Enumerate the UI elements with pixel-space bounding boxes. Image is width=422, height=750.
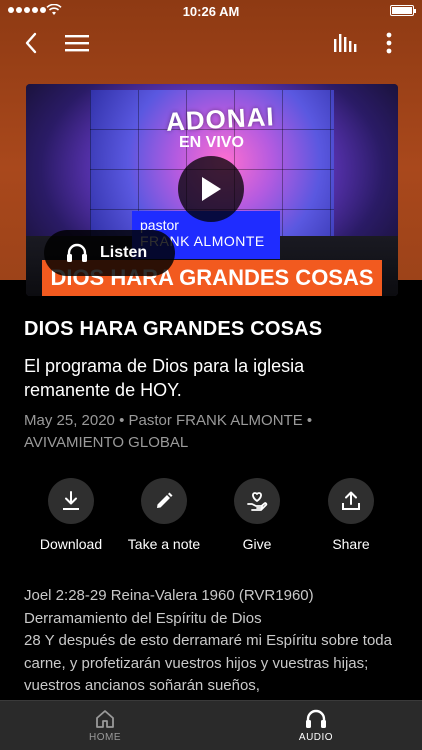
- pencil-icon: [157, 492, 173, 508]
- take-a-note-circle: [141, 478, 187, 524]
- headphones-icon: [306, 709, 326, 728]
- action-row: Download Take a note Give Share: [0, 478, 422, 558]
- give-label: Give: [242, 536, 272, 552]
- take-a-note-button[interactable]: Take a note: [114, 478, 214, 552]
- home-icon: [96, 710, 114, 728]
- sermon-date: May 25, 2020: [24, 412, 115, 429]
- chevron-left-icon: [25, 32, 37, 54]
- tab-audio-label: AUDIO: [298, 732, 334, 743]
- give-circle: [234, 478, 280, 524]
- more-options-button[interactable]: [374, 28, 404, 58]
- status-bar: 10:26 AM: [0, 0, 422, 24]
- tab-audio[interactable]: AUDIO: [271, 706, 361, 743]
- back-button[interactable]: [16, 28, 46, 58]
- share-circle: [328, 478, 374, 524]
- listen-button[interactable]: Listen: [44, 230, 175, 276]
- sermon-speaker[interactable]: Pastor FRANK ALMONTE: [129, 412, 303, 429]
- take-a-note-label: Take a note: [127, 536, 201, 552]
- download-circle: [48, 478, 94, 524]
- audio-bars-icon: [334, 34, 357, 52]
- give-button[interactable]: Give: [207, 478, 307, 552]
- download-icon: [63, 491, 79, 510]
- listen-label: Listen: [100, 244, 148, 261]
- tab-home[interactable]: HOME: [60, 706, 150, 743]
- share-button[interactable]: Share: [301, 478, 401, 552]
- sermon-subtitle: El programa de Dios para la iglesia rema…: [24, 356, 305, 400]
- bottom-tab-bar: HOME AUDIO: [0, 700, 422, 750]
- play-icon: [202, 177, 221, 201]
- sermon-meta: May 25, 2020 • Pastor FRANK ALMONTE • AV…: [24, 410, 394, 454]
- thumbnail-envivo-text: EN VIVO: [179, 134, 244, 151]
- more-vertical-icon: [386, 32, 392, 54]
- audio-player-button[interactable]: [330, 28, 360, 58]
- top-navigation: [0, 24, 422, 62]
- status-time: 10:26 AM: [182, 4, 240, 19]
- share-label: Share: [332, 536, 370, 552]
- play-button[interactable]: [178, 156, 244, 222]
- tab-home-label: HOME: [89, 732, 121, 743]
- scripture-reference: Joel 2:28-29 Reina-Valera 1960 (RVR1960): [24, 587, 314, 604]
- scripture-heading: Derramamiento del Espíritu de Dios: [24, 609, 262, 627]
- give-heart-hand-icon: [247, 492, 268, 511]
- scripture-body: 28 Y después de esto derramaré mi Espíri…: [24, 632, 392, 694]
- menu-button[interactable]: [62, 28, 92, 58]
- share-icon: [342, 491, 360, 510]
- download-button[interactable]: Download: [21, 478, 121, 552]
- download-label: Download: [39, 536, 103, 552]
- thumbnail-adonai-text: ADONAI: [165, 101, 276, 137]
- battery-icon: [390, 5, 416, 16]
- scripture-text: Joel 2:28-29 Reina-Valera 1960 (RVR1960)…: [24, 585, 404, 698]
- hamburger-icon: [65, 35, 89, 52]
- meta-separator: •: [119, 412, 129, 429]
- meta-separator: •: [306, 412, 313, 429]
- sermon-title: DIOS HARA GRANDES COSAS: [24, 318, 323, 340]
- sermon-series[interactable]: AVIVAMIENTO GLOBAL: [24, 434, 188, 451]
- headphones-icon: [67, 243, 87, 262]
